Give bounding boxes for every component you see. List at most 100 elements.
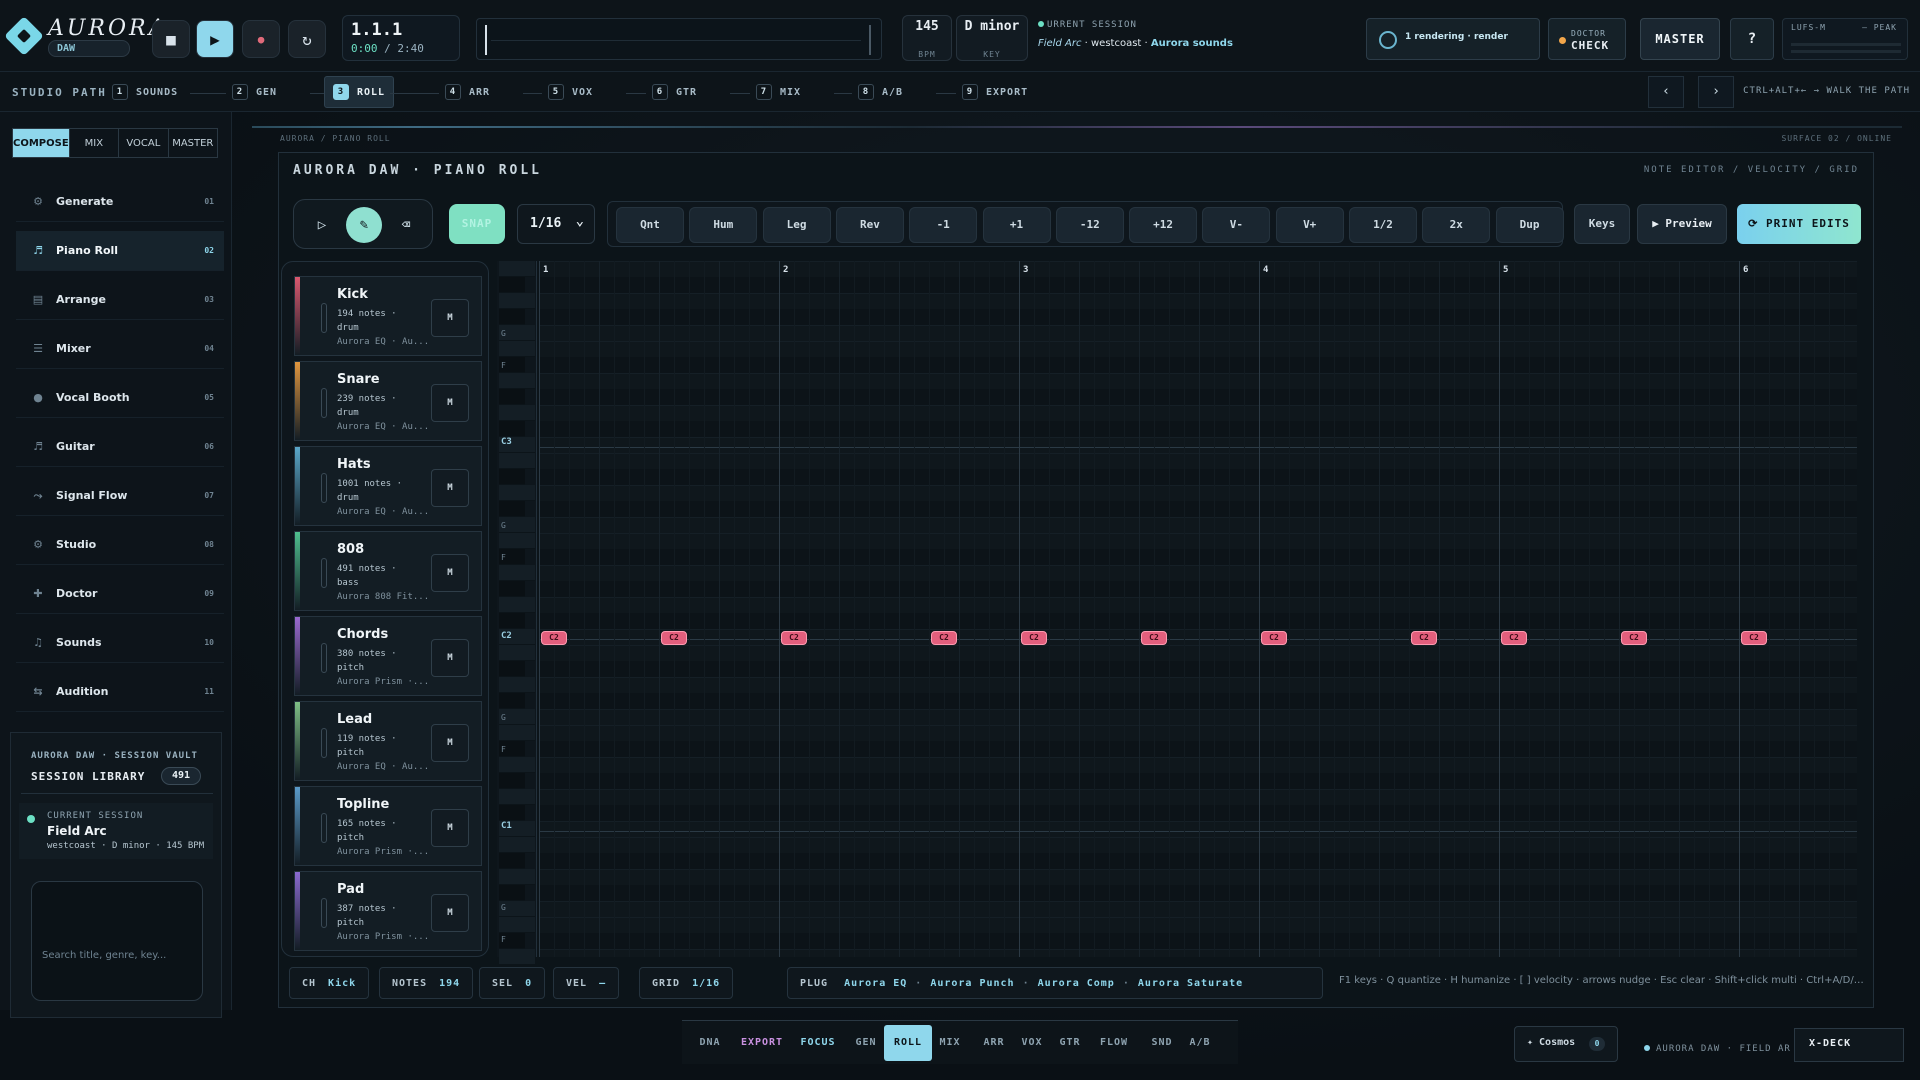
piano-key[interactable]: [499, 581, 525, 597]
snap-toggle[interactable]: SNAP: [449, 204, 505, 244]
sidebar-item-piano-roll[interactable]: ♬ Piano Roll 02: [16, 231, 224, 271]
piano-key[interactable]: [499, 885, 525, 901]
op-button-hum[interactable]: Hum: [689, 207, 758, 243]
piano-key[interactable]: [499, 389, 525, 405]
note-c2[interactable]: C2: [1261, 631, 1287, 645]
grid-select[interactable]: 1/16: [517, 204, 595, 244]
doctor-check-button[interactable]: DOCTOR CHECK: [1548, 18, 1626, 60]
dock-item-vox[interactable]: VOX: [1014, 1025, 1050, 1061]
track-snare[interactable]: Snare 239 notes · drum Aurora EQ · Au... M: [294, 361, 482, 441]
track-chords[interactable]: Chords 380 notes · pitch Aurora Prism ·... M: [294, 616, 482, 696]
piano-key[interactable]: [499, 789, 535, 805]
mode-compose[interactable]: COMPOSE: [13, 129, 70, 157]
drag-handle[interactable]: [321, 473, 327, 503]
mute-button[interactable]: M: [431, 299, 469, 337]
track-pad[interactable]: Pad 387 notes · pitch Aurora Prism ·... M: [294, 871, 482, 951]
op-button-vminus[interactable]: V-: [1202, 207, 1271, 243]
path-step-sounds[interactable]: 1 SOUNDS: [112, 81, 178, 103]
piano-key[interactable]: [499, 373, 535, 389]
mode-master[interactable]: MASTER: [169, 129, 217, 157]
current-session-card[interactable]: CURRENT SESSION Field Arc westcoast · D …: [19, 803, 213, 859]
note-c2[interactable]: C2: [1021, 631, 1047, 645]
piano-key[interactable]: [499, 501, 525, 517]
note-c2[interactable]: C2: [541, 631, 567, 645]
pencil-tool-button[interactable]: ✎: [346, 207, 382, 243]
piano-key[interactable]: [499, 597, 535, 613]
play-button[interactable]: ▶: [196, 20, 234, 58]
drag-handle[interactable]: [321, 558, 327, 588]
record-button[interactable]: ●: [242, 20, 280, 58]
piano-key[interactable]: [499, 613, 525, 629]
sidebar-item-vocal-booth[interactable]: ● Vocal Booth 05: [16, 378, 224, 418]
mute-button[interactable]: M: [431, 724, 469, 762]
op-button-minus12[interactable]: -12: [1055, 207, 1124, 243]
render-status[interactable]: 1 rendering · render: [1366, 18, 1540, 60]
note-c2[interactable]: C2: [1501, 631, 1527, 645]
mute-button[interactable]: M: [431, 639, 469, 677]
track-kick[interactable]: Kick 194 notes · drum Aurora EQ · Au... M: [294, 276, 482, 356]
op-button-leg[interactable]: Leg: [762, 207, 831, 243]
mute-button[interactable]: M: [431, 469, 469, 507]
dock-item-dna[interactable]: DNA: [692, 1025, 728, 1061]
path-step-roll[interactable]: 3 ROLL: [324, 76, 395, 108]
piano-key[interactable]: [499, 341, 535, 357]
drag-handle[interactable]: [321, 643, 327, 673]
mute-button[interactable]: M: [431, 384, 469, 422]
overview-waveform[interactable]: [476, 18, 882, 60]
piano-key[interactable]: [499, 757, 535, 773]
op-button-dup[interactable]: Dup: [1495, 207, 1564, 243]
dock-item-arr[interactable]: ARR: [976, 1025, 1012, 1061]
x-deck-button[interactable]: X-DECK: [1794, 1028, 1904, 1062]
dock-item-roll[interactable]: ROLL: [884, 1025, 932, 1061]
piano-key[interactable]: [499, 469, 525, 485]
preview-button[interactable]: ▶ Preview: [1637, 204, 1727, 244]
dock-item-export[interactable]: EXPORT: [732, 1025, 792, 1061]
sidebar-item-sounds[interactable]: ♫ Sounds 10: [16, 623, 224, 663]
sidebar-item-mixer[interactable]: ☰ Mixer 04: [16, 329, 224, 369]
sidebar-item-arrange[interactable]: ▤ Arrange 03: [16, 280, 224, 320]
track-lead[interactable]: Lead 119 notes · pitch Aurora EQ · Au... M: [294, 701, 482, 781]
note-c2[interactable]: C2: [1741, 631, 1767, 645]
erase-tool-button[interactable]: ⌫: [388, 207, 424, 243]
session-search-input[interactable]: Search title, genre, key...: [31, 881, 203, 1001]
help-button[interactable]: ?: [1730, 18, 1774, 60]
dock-item-mix[interactable]: MIX: [932, 1025, 968, 1061]
path-step-vox[interactable]: 5 VOX: [548, 81, 593, 103]
select-tool-button[interactable]: ▷: [304, 207, 340, 243]
piano-key[interactable]: [499, 421, 525, 437]
dock-item-gtr[interactable]: GTR: [1052, 1025, 1088, 1061]
op-button-vplus[interactable]: V+: [1275, 207, 1344, 243]
mute-button[interactable]: M: [431, 809, 469, 847]
key-display[interactable]: D minor KEY: [956, 15, 1028, 61]
dock-item-focus[interactable]: FOCUS: [792, 1025, 844, 1061]
path-prev-button[interactable]: ‹: [1648, 76, 1684, 108]
path-step-gen[interactable]: 2 GEN: [232, 81, 277, 103]
dock-item-ab[interactable]: A/B: [1182, 1025, 1218, 1061]
piano-key[interactable]: [499, 565, 535, 581]
piano-key[interactable]: [499, 645, 535, 661]
op-button-plus12[interactable]: +12: [1129, 207, 1198, 243]
piano-key[interactable]: [499, 805, 525, 821]
mute-button[interactable]: M: [431, 894, 469, 932]
sidebar-item-guitar[interactable]: ♬ Guitar 06: [16, 427, 224, 467]
drag-handle[interactable]: [321, 898, 327, 928]
piano-key[interactable]: [499, 661, 525, 677]
piano-key[interactable]: [499, 533, 535, 549]
piano-key[interactable]: [499, 949, 535, 965]
cosmos-button[interactable]: ✦ Cosmos 0: [1514, 1026, 1618, 1062]
bpm-display[interactable]: 145 BPM: [902, 15, 952, 61]
path-step-ab[interactable]: 8 A/B: [858, 81, 903, 103]
piano-keyboard[interactable]: G F C3 G F C2 G F C1 G F: [497, 261, 537, 965]
note-c2[interactable]: C2: [781, 631, 807, 645]
path-step-gtr[interactable]: 6 GTR: [652, 81, 697, 103]
piano-key[interactable]: [499, 309, 525, 325]
path-step-arr[interactable]: 4 ARR: [445, 81, 490, 103]
piano-key[interactable]: [499, 725, 535, 741]
op-button-1-2[interactable]: 1/2: [1349, 207, 1417, 243]
mode-vocal[interactable]: VOCAL: [119, 129, 169, 157]
piano-key[interactable]: [499, 405, 535, 421]
drag-handle[interactable]: [321, 388, 327, 418]
path-next-button[interactable]: ›: [1698, 76, 1734, 108]
mode-mix[interactable]: MIX: [70, 129, 120, 157]
note-c2[interactable]: C2: [1411, 631, 1437, 645]
